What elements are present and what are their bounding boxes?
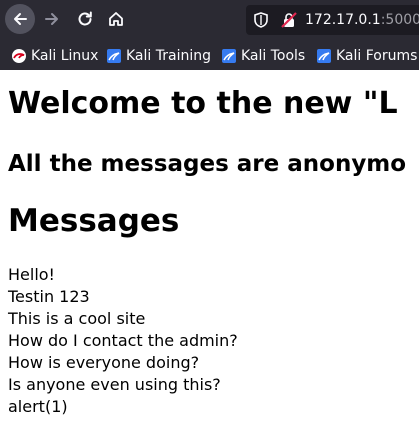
reload-icon bbox=[78, 11, 92, 26]
bookmark-label: Kali Tools bbox=[241, 48, 306, 64]
kali-tools-icon bbox=[222, 49, 236, 63]
bookmarks-toolbar: Kali Linux Kali Training Kali Tools Kali… bbox=[0, 42, 419, 70]
url-text[interactable]: 172.17.0.1:5000 bbox=[305, 10, 419, 30]
message-item: Testin 123 bbox=[8, 287, 90, 306]
home-button[interactable] bbox=[101, 4, 131, 34]
kali-forums-icon bbox=[317, 49, 331, 63]
messages-heading: Messages bbox=[8, 203, 180, 239]
kali-training-icon bbox=[107, 49, 121, 63]
url-port: :5000 bbox=[380, 12, 419, 28]
bookmark-kali-training[interactable]: Kali Training bbox=[106, 46, 211, 66]
forward-arrow-icon bbox=[45, 13, 58, 25]
kali-linux-icon bbox=[12, 49, 26, 63]
home-icon bbox=[109, 12, 123, 26]
bookmark-label: Kali Linux bbox=[31, 48, 99, 64]
navigation-bar: 172.17.0.1:5000 bbox=[0, 0, 419, 40]
messages-list: Hello! Testin 123 This is a cool site Ho… bbox=[8, 264, 238, 418]
bookmark-label: Kali Forums bbox=[336, 48, 418, 64]
reload-button[interactable] bbox=[70, 4, 100, 34]
message-item: This is a cool site bbox=[8, 309, 146, 328]
bookmark-label: Kali Training bbox=[126, 48, 211, 64]
message-item: Is anyone even using this? bbox=[8, 375, 221, 394]
message-item: How is everyone doing? bbox=[8, 353, 200, 372]
insecure-lock-icon[interactable] bbox=[280, 11, 298, 29]
page-title: Welcome to the new "L bbox=[8, 86, 398, 121]
address-bar[interactable]: 172.17.0.1:5000 bbox=[246, 5, 419, 35]
message-item: alert(1) bbox=[8, 397, 68, 416]
message-item: Hello! bbox=[8, 265, 55, 284]
browser-chrome: 172.17.0.1:5000 Kali Linux Kali Training… bbox=[0, 0, 419, 70]
url-host: 172.17.0.1 bbox=[305, 12, 381, 28]
shield-icon[interactable] bbox=[252, 11, 270, 29]
back-arrow-icon bbox=[14, 13, 27, 25]
page-subtitle: All the messages are anonymo bbox=[8, 151, 407, 177]
bookmark-kali-linux[interactable]: Kali Linux bbox=[11, 46, 98, 66]
back-button[interactable] bbox=[5, 4, 35, 34]
forward-button[interactable] bbox=[37, 4, 67, 34]
bookmark-kali-tools[interactable]: Kali Tools bbox=[221, 46, 305, 66]
message-item: How do I contact the admin? bbox=[8, 331, 238, 350]
bookmark-kali-forums[interactable]: Kali Forums bbox=[316, 46, 417, 66]
